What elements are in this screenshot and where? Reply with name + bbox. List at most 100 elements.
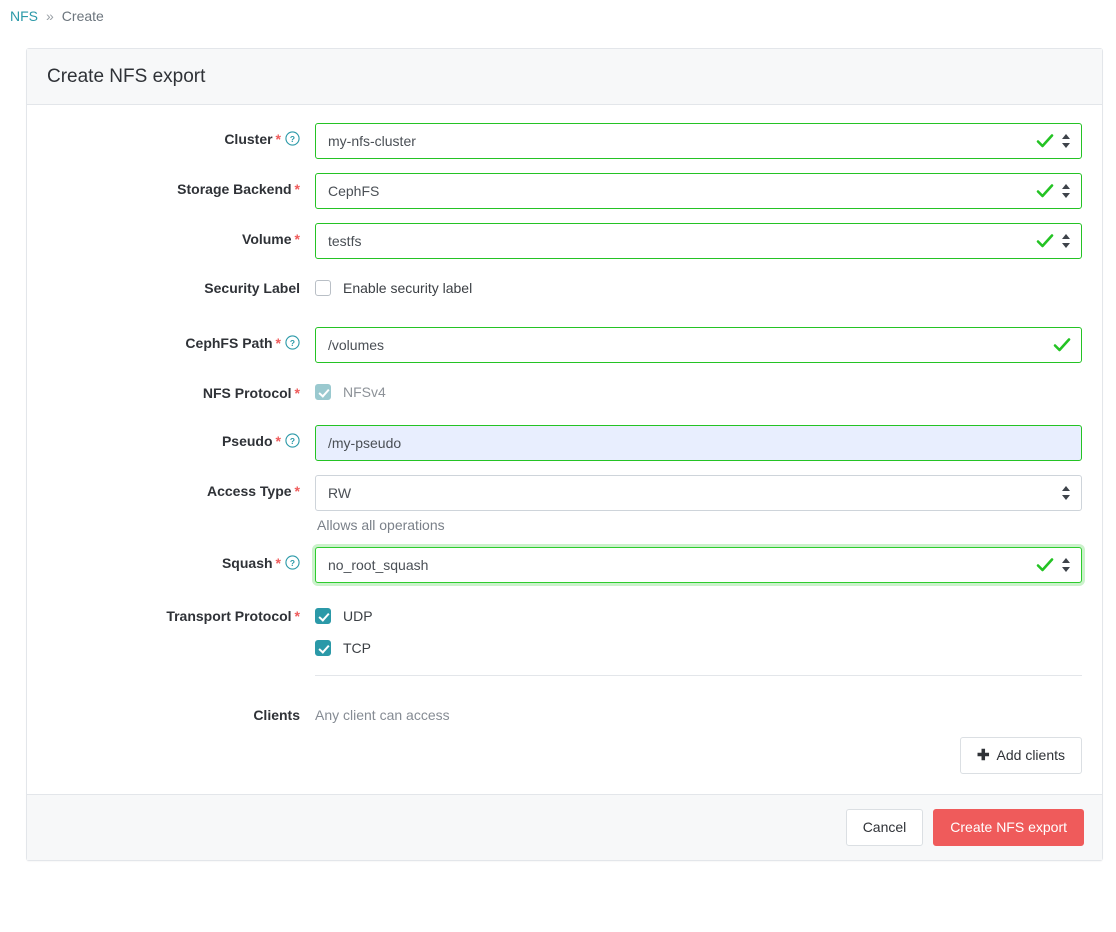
select-updown-arrows-icon[interactable] <box>1061 233 1071 249</box>
squash-select-adornments <box>1036 548 1071 582</box>
storage-backend-select[interactable]: CephFS <box>315 173 1082 209</box>
label-cephfs-path: CephFS Path*? <box>47 327 315 351</box>
green-check-icon <box>1036 232 1054 250</box>
udp-checkbox-label: UDP <box>343 608 373 624</box>
control-squash: no_root_squash <box>315 547 1082 583</box>
storage-backend-select-adornments <box>1036 174 1071 208</box>
create-nfs-export-card: Create NFS export Cluster*? my-nfs-clust… <box>26 48 1103 861</box>
cephfs-path-input[interactable]: /volumes <box>315 327 1082 363</box>
svg-text:?: ? <box>290 134 295 144</box>
label-cephfs-path-text: CephFS Path <box>185 335 272 351</box>
section-divider <box>315 675 1082 676</box>
clients-status-text: Any client can access <box>315 700 1082 723</box>
squash-select[interactable]: no_root_squash <box>315 547 1082 583</box>
nfs-protocol-checkbox-row: NFSv4 <box>315 377 1082 407</box>
select-updown-arrows-icon[interactable] <box>1061 183 1071 199</box>
control-nfs-protocol: NFSv4 <box>315 377 1082 409</box>
form-row-clients: Clients Any client can access ✚ Add clie… <box>47 700 1082 774</box>
storage-backend-select-value: CephFS <box>328 183 379 199</box>
form-row-cluster: Cluster*? my-nfs-cluster <box>47 123 1082 159</box>
control-transport-protocol: UDP TCP <box>315 601 1082 676</box>
cluster-select-value: my-nfs-cluster <box>328 133 416 149</box>
control-volume: testfs <box>315 223 1082 259</box>
label-squash: Squash*? <box>47 547 315 571</box>
label-storage-backend-text: Storage Backend <box>177 181 291 197</box>
form-row-pseudo: Pseudo*? /my-pseudo <box>47 425 1082 461</box>
security-label-checkbox-label: Enable security label <box>343 280 472 296</box>
green-check-icon <box>1036 556 1054 574</box>
required-marker: * <box>295 385 300 401</box>
label-security-label: Security Label <box>47 273 315 296</box>
form-row-cephfs-path: CephFS Path*? /volumes <box>47 327 1082 363</box>
squash-select-value: no_root_squash <box>328 557 428 573</box>
control-storage-backend: CephFS <box>315 173 1082 209</box>
help-circle-icon[interactable]: ? <box>285 335 300 350</box>
breadcrumb: NFS » Create <box>0 0 1116 32</box>
volume-select-value: testfs <box>328 233 361 249</box>
required-marker: * <box>276 433 281 449</box>
access-type-select-adornments <box>1061 476 1071 510</box>
svg-text:?: ? <box>290 436 295 446</box>
form-row-security-label: Security Label Enable security label <box>47 273 1082 305</box>
tcp-checkbox[interactable] <box>315 640 331 656</box>
select-updown-arrows-icon[interactable] <box>1061 133 1071 149</box>
page-title: Create NFS export <box>47 66 205 87</box>
form-row-access-type: Access Type* RW Allows all operations <box>47 475 1082 533</box>
transport-udp-row[interactable]: UDP <box>315 601 1082 631</box>
cancel-button[interactable]: Cancel <box>846 809 924 846</box>
create-nfs-export-button[interactable]: Create NFS export <box>933 809 1084 846</box>
select-updown-arrows-icon[interactable] <box>1061 485 1071 501</box>
volume-select[interactable]: testfs <box>315 223 1082 259</box>
green-check-icon <box>1036 132 1054 150</box>
label-clients: Clients <box>47 700 315 723</box>
help-circle-icon[interactable]: ? <box>285 131 300 146</box>
form-row-nfs-protocol: NFS Protocol* NFSv4 <box>47 377 1082 409</box>
card-body: Cluster*? my-nfs-cluster Storage Backend… <box>27 105 1102 794</box>
label-security-label-text: Security Label <box>204 280 300 296</box>
card-header: Create NFS export <box>27 49 1102 105</box>
label-access-type: Access Type* <box>47 475 315 499</box>
label-squash-text: Squash <box>222 555 273 571</box>
security-label-checkbox[interactable] <box>315 280 331 296</box>
tcp-checkbox-label: TCP <box>343 640 371 656</box>
svg-text:?: ? <box>290 558 295 568</box>
required-marker: * <box>295 483 300 499</box>
volume-select-adornments <box>1036 224 1071 258</box>
control-cluster: my-nfs-cluster <box>315 123 1082 159</box>
green-check-icon <box>1036 182 1054 200</box>
add-clients-button[interactable]: ✚ Add clients <box>960 737 1082 774</box>
pseudo-input[interactable]: /my-pseudo <box>315 425 1082 461</box>
required-marker: * <box>295 231 300 247</box>
nfsv4-checkbox <box>315 384 331 400</box>
control-pseudo: /my-pseudo <box>315 425 1082 461</box>
form-row-volume: Volume* testfs <box>47 223 1082 259</box>
label-volume-text: Volume <box>242 231 292 247</box>
add-clients-wrapper: ✚ Add clients <box>315 723 1082 774</box>
required-marker: * <box>295 181 300 197</box>
required-marker: * <box>276 131 281 147</box>
cluster-select[interactable]: my-nfs-cluster <box>315 123 1082 159</box>
label-cluster-text: Cluster <box>224 131 272 147</box>
label-storage-backend: Storage Backend* <box>47 173 315 197</box>
green-check-icon <box>1053 336 1071 354</box>
help-circle-icon[interactable]: ? <box>285 555 300 570</box>
label-access-type-text: Access Type <box>207 483 292 499</box>
add-clients-button-label: Add clients <box>997 747 1065 764</box>
nfsv4-checkbox-label: NFSv4 <box>343 384 386 400</box>
security-label-checkbox-row[interactable]: Enable security label <box>315 273 1082 303</box>
cephfs-path-value: /volumes <box>328 337 384 353</box>
plus-icon: ✚ <box>977 748 990 763</box>
form-row-transport-protocol: Transport Protocol* UDP TCP <box>47 601 1082 676</box>
cephfs-path-adornments <box>1053 328 1071 362</box>
help-circle-icon[interactable]: ? <box>285 433 300 448</box>
transport-tcp-row[interactable]: TCP <box>315 633 1082 663</box>
breadcrumb-link-nfs[interactable]: NFS <box>10 8 38 24</box>
udp-checkbox[interactable] <box>315 608 331 624</box>
breadcrumb-separator: » <box>46 8 54 24</box>
label-nfs-protocol-text: NFS Protocol <box>203 385 292 401</box>
control-security-label: Enable security label <box>315 273 1082 305</box>
access-type-select-value: RW <box>328 485 351 501</box>
svg-text:?: ? <box>290 338 295 348</box>
access-type-select[interactable]: RW <box>315 475 1082 511</box>
select-updown-arrows-icon[interactable] <box>1061 557 1071 573</box>
